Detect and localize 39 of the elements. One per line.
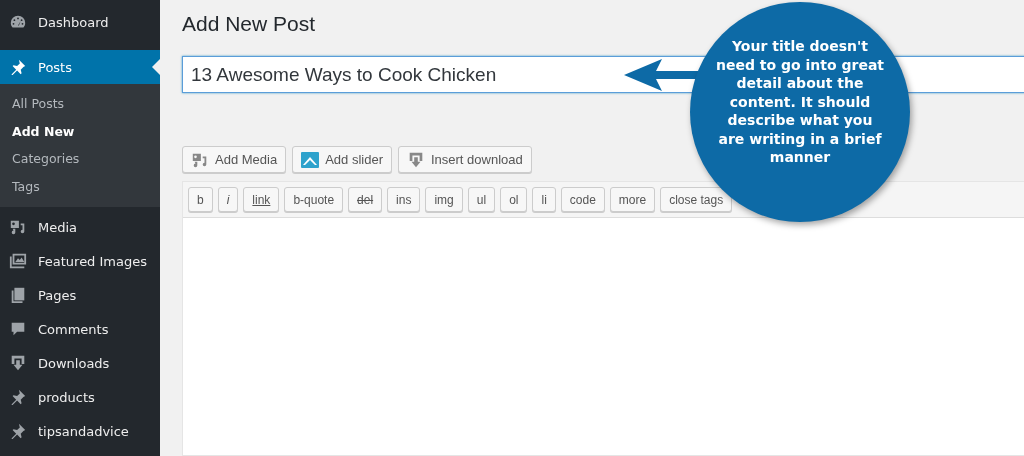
media-button[interactable]: Insert download — [397, 146, 532, 173]
sidebar-item[interactable]: tipsandadvice — [0, 414, 160, 448]
sidebar-item[interactable]: Dashboard — [0, 5, 160, 39]
text-area[interactable] — [183, 218, 1024, 455]
sidebar-item[interactable]: Featured Images — [0, 244, 160, 278]
sidebar-item[interactable]: Comments — [0, 312, 160, 346]
quicktag-button[interactable]: code — [560, 187, 605, 212]
submenu-item[interactable]: All Posts — [0, 90, 160, 118]
quicktag-button[interactable]: ol — [500, 187, 528, 212]
sidebar-item[interactable]: Pages — [0, 278, 160, 312]
submenu-item[interactable]: Categories — [0, 145, 160, 173]
submenu-item[interactable]: Tags — [0, 172, 160, 200]
quicktag-button[interactable]: del — [348, 187, 383, 212]
media-button[interactable]: Add Media — [182, 146, 287, 173]
quicktag-button[interactable]: ul — [467, 187, 496, 212]
pages-icon — [9, 286, 27, 304]
download-icon — [9, 354, 27, 372]
pushpin-icon — [9, 388, 27, 406]
pushpin-icon — [9, 58, 27, 76]
page-title: Add New Post — [182, 12, 316, 37]
sidebar-item[interactable]: Posts — [0, 50, 160, 84]
quicktag-button[interactable]: b — [188, 187, 213, 212]
quicktag-button[interactable]: img — [425, 187, 463, 212]
quicktag-button[interactable]: li — [532, 187, 556, 212]
sidebar-item[interactable]: Media — [0, 210, 160, 244]
media-icon — [9, 218, 27, 236]
quicktag-button[interactable]: b-quote — [284, 187, 344, 212]
quicktag-button[interactable]: close tags — [660, 187, 733, 212]
quicktag-button[interactable]: more — [609, 187, 656, 212]
quicktag-button[interactable]: link — [243, 187, 280, 212]
sidebar-item[interactable]: products — [0, 380, 160, 414]
quicktag-button[interactable]: i — [217, 187, 239, 212]
pushpin-icon — [9, 422, 27, 440]
images-icon — [8, 252, 28, 270]
media-button[interactable]: Add slider — [292, 146, 392, 173]
submenu-item[interactable]: Add New — [0, 117, 160, 145]
sidebar-item[interactable]: Downloads — [0, 346, 160, 380]
slider-icon — [301, 151, 320, 168]
quicktag-button[interactable]: ins — [387, 187, 421, 212]
